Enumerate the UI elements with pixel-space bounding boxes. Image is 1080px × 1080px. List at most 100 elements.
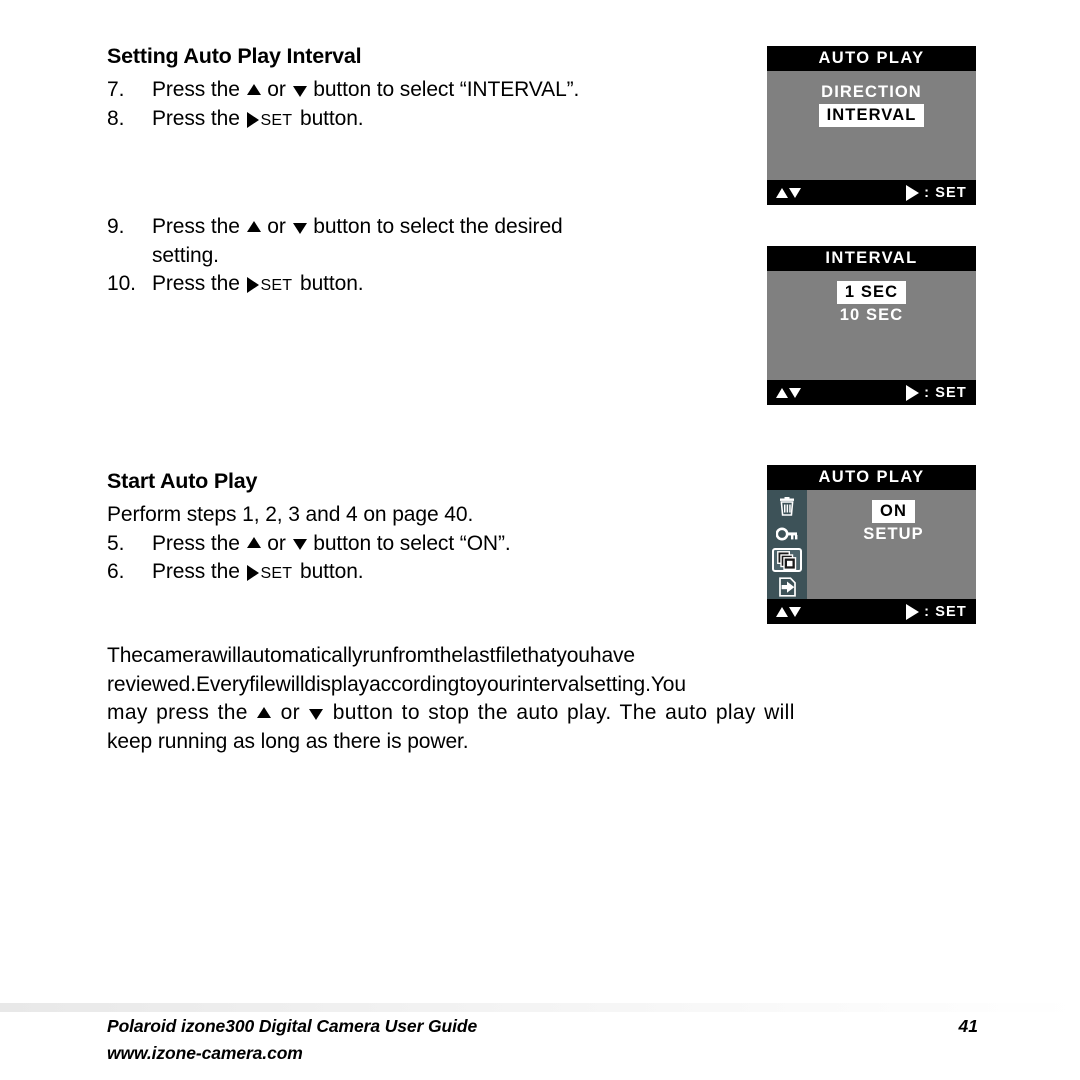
lcd-menu-item-direction[interactable]: DIRECTION bbox=[813, 81, 930, 104]
footer-title: Polaroid izone300 Digital Camera User Gu… bbox=[107, 1016, 478, 1036]
paragraph-word: display bbox=[304, 672, 370, 696]
lcd-screen-interval-values: INTERVAL 1 SEC 10 SEC : SET bbox=[767, 246, 976, 405]
down-arrow-icon bbox=[789, 606, 801, 617]
slideshow-frames-icon[interactable] bbox=[772, 548, 802, 573]
paragraph-line: reviewed.Everyfilewilldisplayaccordingto… bbox=[107, 671, 978, 700]
paragraph-word: that bbox=[521, 644, 557, 667]
file-transfer-icon[interactable] bbox=[772, 575, 802, 599]
lcd-set-hint: : SET bbox=[906, 384, 967, 401]
paragraph-word: last bbox=[462, 644, 496, 667]
step-text-before: Press the bbox=[152, 106, 246, 130]
section-select-desired-setting: 9. Press the or button to select the des… bbox=[107, 213, 727, 301]
right-arrow-icon bbox=[246, 565, 259, 582]
page-footer: Polaroid izone300 Digital Camera User Gu… bbox=[107, 1016, 978, 1064]
lcd-footer-bar: : SET bbox=[767, 180, 976, 205]
paragraph-word: Every bbox=[195, 672, 250, 696]
paragraph-word: You bbox=[650, 672, 686, 696]
footer-divider-band bbox=[0, 1003, 1080, 1012]
paragraph-word: your bbox=[476, 672, 518, 696]
lcd-updown-hint bbox=[776, 387, 801, 398]
step-text-before: Press the bbox=[152, 531, 246, 555]
key-icon[interactable] bbox=[772, 522, 802, 546]
lcd-menu-item-setup[interactable]: SETUP bbox=[855, 523, 932, 546]
paragraph-text: button to stop the auto play. The auto p… bbox=[324, 701, 795, 724]
body-paragraph: Thecamerawillautomaticallyrunfromthelast… bbox=[107, 642, 978, 756]
lcd-menu-list: DIRECTION INTERVAL bbox=[767, 71, 976, 180]
lcd-menu-item-interval[interactable]: INTERVAL bbox=[818, 104, 925, 127]
paragraph-text: or bbox=[272, 701, 309, 724]
set-label: SET bbox=[260, 277, 293, 294]
down-arrow-icon bbox=[309, 708, 324, 720]
paragraph-word: from bbox=[392, 644, 435, 667]
up-arrow-icon bbox=[257, 706, 272, 718]
step-number: 9. bbox=[107, 215, 125, 238]
lcd-menu-item-10-sec[interactable]: 10 SEC bbox=[832, 304, 911, 327]
down-arrow-icon bbox=[292, 539, 307, 551]
step-text: Press the or button to select the desire… bbox=[152, 213, 727, 270]
up-arrow-icon bbox=[246, 537, 261, 549]
paragraph-word: file bbox=[495, 644, 522, 667]
lcd-body: 1 SEC 10 SEC bbox=[767, 271, 976, 380]
manual-page: Setting Auto Play Interval 7. Press the … bbox=[0, 0, 1080, 1080]
paragraph-line: keep running as long as there is power. bbox=[107, 729, 469, 753]
step-text-before: Press the bbox=[152, 215, 246, 238]
paragraph-word: camera bbox=[142, 644, 213, 667]
paragraph-word: will bbox=[212, 644, 242, 667]
step-item: 10. Press the SET button. bbox=[107, 270, 727, 301]
lcd-body: ON SETUP bbox=[767, 490, 976, 599]
step-text-after: button to select “ON”. bbox=[307, 531, 511, 555]
up-arrow-icon bbox=[776, 387, 788, 398]
lcd-menu-list: 1 SEC 10 SEC bbox=[767, 271, 976, 380]
lcd-title: AUTO PLAY bbox=[767, 46, 976, 71]
step-text-mid: or bbox=[261, 78, 292, 101]
right-arrow-icon bbox=[246, 111, 259, 128]
step-number: 6. bbox=[107, 560, 125, 583]
step-text: Press the or button to select “INTERVAL”… bbox=[152, 76, 747, 105]
trash-icon[interactable] bbox=[772, 495, 802, 519]
paragraph-word: The bbox=[107, 644, 143, 667]
step-text: Press the SET button. bbox=[152, 558, 727, 589]
lcd-screen-auto-play-interval: AUTO PLAY DIRECTION INTERVAL : SET bbox=[767, 46, 976, 205]
lcd-screen-auto-play-on: AUTO PLAY ON SETUP: SET bbox=[767, 465, 976, 624]
step-item: 6. Press the SET button. bbox=[107, 558, 727, 589]
paragraph-word: file bbox=[249, 672, 276, 696]
lcd-footer-bar: : SET bbox=[767, 599, 976, 624]
up-arrow-icon bbox=[246, 83, 261, 95]
up-arrow-icon bbox=[246, 220, 261, 232]
paragraph-word: will bbox=[275, 672, 305, 696]
paragraph-word: run bbox=[362, 644, 393, 667]
step-text-before: Press the bbox=[152, 78, 246, 101]
right-arrow-icon bbox=[906, 603, 920, 620]
lcd-set-label: SET bbox=[935, 603, 967, 620]
lcd-colon: : bbox=[924, 603, 931, 620]
lcd-set-hint: : SET bbox=[906, 603, 967, 620]
right-arrow-icon bbox=[246, 277, 259, 294]
step-item: 9. Press the or button to select the des… bbox=[107, 213, 727, 270]
lcd-title: INTERVAL bbox=[767, 246, 976, 271]
paragraph-word: you bbox=[556, 644, 590, 667]
footer-primary-line: Polaroid izone300 Digital Camera User Gu… bbox=[107, 1016, 978, 1037]
lcd-footer-bar: : SET bbox=[767, 380, 976, 405]
lcd-menu-item-on[interactable]: ON bbox=[872, 500, 915, 523]
step-text: Press the or button to select “ON”. bbox=[152, 530, 727, 559]
paragraph-word: reviewed. bbox=[107, 672, 196, 696]
step-item: 7. Press the or button to select “INTERV… bbox=[107, 76, 747, 105]
step-text-after: button to select “INTERVAL”. bbox=[307, 78, 580, 101]
lcd-menu-item-1-sec[interactable]: 1 SEC bbox=[836, 281, 907, 304]
section-heading: Start Auto Play bbox=[107, 469, 258, 493]
lcd-body: DIRECTION INTERVAL bbox=[767, 71, 976, 180]
lcd-set-label: SET bbox=[935, 384, 967, 401]
footer-url: www.izone-camera.com bbox=[107, 1043, 303, 1063]
paragraph-word: setting. bbox=[583, 672, 651, 696]
step-text-before: Press the bbox=[152, 272, 246, 295]
step-number: 7. bbox=[107, 78, 125, 101]
section-start-auto-play: Start Auto Play Perform steps 1, 2, 3 an… bbox=[107, 467, 727, 589]
page-number: 41 bbox=[958, 1016, 978, 1036]
lcd-menu-list: ON SETUP bbox=[807, 490, 976, 599]
down-arrow-icon bbox=[789, 187, 801, 198]
step-text-before: Press the bbox=[152, 560, 246, 583]
paragraph-word: to bbox=[459, 672, 477, 696]
paragraph-word: interval bbox=[517, 672, 584, 696]
paragraph-word: automatically bbox=[241, 644, 363, 667]
paragraph-word: according bbox=[369, 672, 460, 696]
